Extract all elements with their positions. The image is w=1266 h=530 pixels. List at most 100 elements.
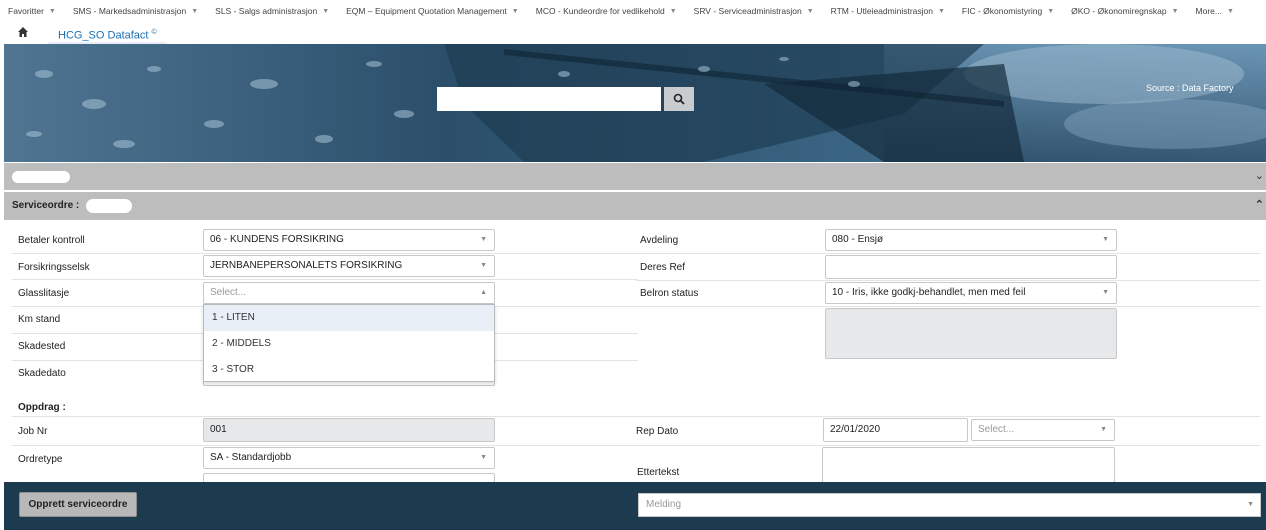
search-button[interactable]: [664, 87, 694, 111]
deres-ref-input[interactable]: [825, 255, 1117, 279]
banner-source-text: Source : Data Factory: [1146, 83, 1234, 93]
ettertekst-textarea[interactable]: [822, 447, 1115, 483]
ordretype-select[interactable]: SA - Standardjobb ▼: [203, 447, 495, 469]
forsikring-label: Forsikringsselsk: [18, 262, 90, 273]
menu-label: SRV - Serviceadministrasjon: [693, 6, 802, 16]
home-icon[interactable]: [16, 26, 30, 40]
menu-favoritter[interactable]: Favoritter ▼: [8, 6, 56, 16]
avdeling-select[interactable]: 080 - Ensjø ▼: [825, 229, 1117, 251]
rep-dato-select[interactable]: Select... ▼: [971, 419, 1115, 441]
menu-srv[interactable]: SRV - Serviceadministrasjon ▼: [694, 6, 814, 16]
chevron-down-icon: ▼: [480, 236, 487, 243]
search-input[interactable]: [437, 87, 661, 111]
divider: [636, 253, 1260, 254]
menu-label: MCO - Kundeordre for vedlikehold: [535, 6, 665, 16]
betaler-select[interactable]: 06 - KUNDENS FORSIKRING ▼: [203, 229, 495, 251]
job-nr-input[interactable]: 001: [203, 418, 495, 442]
menu-label: ØKO - Økonomiregnskap: [1071, 6, 1167, 16]
belron-comment-area[interactable]: [825, 308, 1117, 359]
message-select[interactable]: Melding ▼: [638, 493, 1261, 517]
glass-select[interactable]: Select... ▲: [203, 282, 495, 304]
menu-label: EQM – Equipment Quotation Management: [346, 6, 507, 16]
skadedato-label: Skadedato: [18, 368, 66, 379]
menu-sms[interactable]: SMS - Markedsadministrasjon ▼: [73, 6, 198, 16]
menu-label: More...: [1195, 6, 1222, 16]
tab-hcg-so-datafact[interactable]: HCG_SO Datafact ©: [48, 22, 167, 44]
footer-bar: Opprett serviceordre Melding ▼: [4, 482, 1266, 530]
chevron-down-icon: ▼: [937, 7, 945, 15]
redacted-customer-name: [12, 171, 70, 183]
deres-ref-label: Deres Ref: [640, 262, 686, 273]
glass-placeholder: Select...: [210, 287, 247, 298]
chevron-down-icon: ▼: [669, 7, 677, 15]
oppdrag-title: Oppdrag :: [18, 402, 66, 413]
menu-eqm[interactable]: EQM – Equipment Quotation Management ▼: [346, 6, 519, 16]
chevron-down-icon[interactable]: ⌄: [1255, 169, 1264, 182]
chevron-up-icon[interactable]: ⌃: [1255, 198, 1264, 211]
job-nr-label: Job Nr: [18, 426, 48, 437]
menu-fic[interactable]: FIC - Økonomistyring ▼: [962, 6, 1054, 16]
menu-label: SMS - Markedsadministrasjon: [72, 6, 187, 16]
belron-status-select[interactable]: 10 - Iris, ikke godkj-behandlet, men med…: [825, 282, 1117, 304]
divider: [636, 280, 1260, 281]
chevron-down-icon: ▼: [1100, 426, 1107, 433]
tab-superscript: ©: [151, 29, 157, 36]
rep-dato-input[interactable]: 22/01/2020: [823, 418, 968, 442]
glass-dropdown-list: 1 - LITEN 2 - MIDDELS 3 - STOR: [203, 304, 495, 382]
chevron-down-icon: ▼: [1102, 236, 1109, 243]
glass-option-stor[interactable]: 3 - STOR: [204, 357, 494, 383]
rep-dato-select-placeholder: Select...: [978, 424, 1015, 435]
rep-dato-label: Rep Dato: [636, 426, 679, 437]
chevron-down-icon: ▼: [322, 7, 330, 15]
chevron-down-icon: ▼: [480, 262, 487, 269]
chevron-down-icon: ▼: [1226, 7, 1234, 15]
top-menu: Favoritter ▼ SMS - Markedsadministrasjon ▼…: [0, 0, 1266, 22]
forsikring-value: JERNBANEPERSONALETS FORSIKRING: [210, 260, 403, 271]
chevron-down-icon: ▼: [480, 454, 487, 461]
menu-label: Favoritter: [8, 6, 44, 16]
chevron-down-icon: ▼: [48, 7, 56, 15]
ordretype-label: Ordretype: [18, 454, 63, 465]
glass-option-middels[interactable]: 2 - MIDDELS: [204, 331, 494, 357]
chevron-down-icon: ▼: [1247, 501, 1254, 508]
km-stand-label: Km stand: [18, 314, 61, 325]
message-placeholder: Melding: [646, 499, 682, 510]
menu-oko[interactable]: ØKO - Økonomiregnskap ▼: [1071, 6, 1178, 16]
skadested-label: Skadested: [18, 341, 66, 352]
menu-sls[interactable]: SLS - Salgs administrasjon ▼: [215, 6, 329, 16]
chevron-down-icon: ▼: [1102, 289, 1109, 296]
search-icon: [673, 93, 685, 105]
ettertekst-label: Ettertekst: [637, 467, 680, 478]
serviceorder-section-bar[interactable]: Serviceordre : ⌃: [4, 192, 1266, 220]
chevron-down-icon: ▼: [511, 7, 519, 15]
menu-label: FIC - Økonomistyring: [961, 6, 1043, 16]
chevron-down-icon: ▼: [806, 7, 814, 15]
ordretype-value: SA - Standardjobb: [210, 452, 292, 463]
create-serviceorder-button[interactable]: Opprett serviceordre: [19, 492, 137, 517]
avdeling-value: 080 - Ensjø: [832, 234, 884, 245]
avdeling-label: Avdeling: [640, 235, 679, 246]
tab-bar: HCG_SO Datafact ©: [0, 22, 1266, 44]
betaler-value: 06 - KUNDENS FORSIKRING: [210, 234, 344, 245]
glass-option-liten[interactable]: 1 - LITEN: [204, 305, 494, 331]
chevron-up-icon: ▲: [480, 289, 487, 296]
divider: [636, 306, 1260, 307]
serviceorder-title: Serviceordre :: [12, 200, 80, 211]
forsikring-select[interactable]: JERNBANEPERSONALETS FORSIKRING ▼: [203, 255, 495, 277]
menu-label: RTM - Utleieadministrasjon: [830, 6, 933, 16]
chevron-down-icon: ▼: [1047, 7, 1055, 15]
customer-section-bar[interactable]: ⌄: [4, 163, 1266, 190]
glass-label: Glasslitasje: [18, 288, 70, 299]
belron-status-label: Belron status: [640, 288, 699, 299]
chevron-down-icon: ▼: [1171, 7, 1179, 15]
tab-label: HCG_SO Datafact: [58, 29, 149, 42]
betaler-label: Betaler kontroll: [18, 235, 85, 246]
divider: [12, 445, 1260, 446]
menu-rtm[interactable]: RTM - Utleieadministrasjon ▼: [831, 6, 945, 16]
menu-mco[interactable]: MCO - Kundeordre for vedlikehold ▼: [536, 6, 677, 16]
menu-label: SLS - Salgs administrasjon: [215, 6, 318, 16]
divider: [12, 253, 638, 254]
belron-status-value: 10 - Iris, ikke godkj-behandlet, men med…: [832, 287, 1026, 298]
redacted-order-number: [86, 199, 132, 213]
menu-more[interactable]: More... ▼: [1196, 6, 1234, 16]
